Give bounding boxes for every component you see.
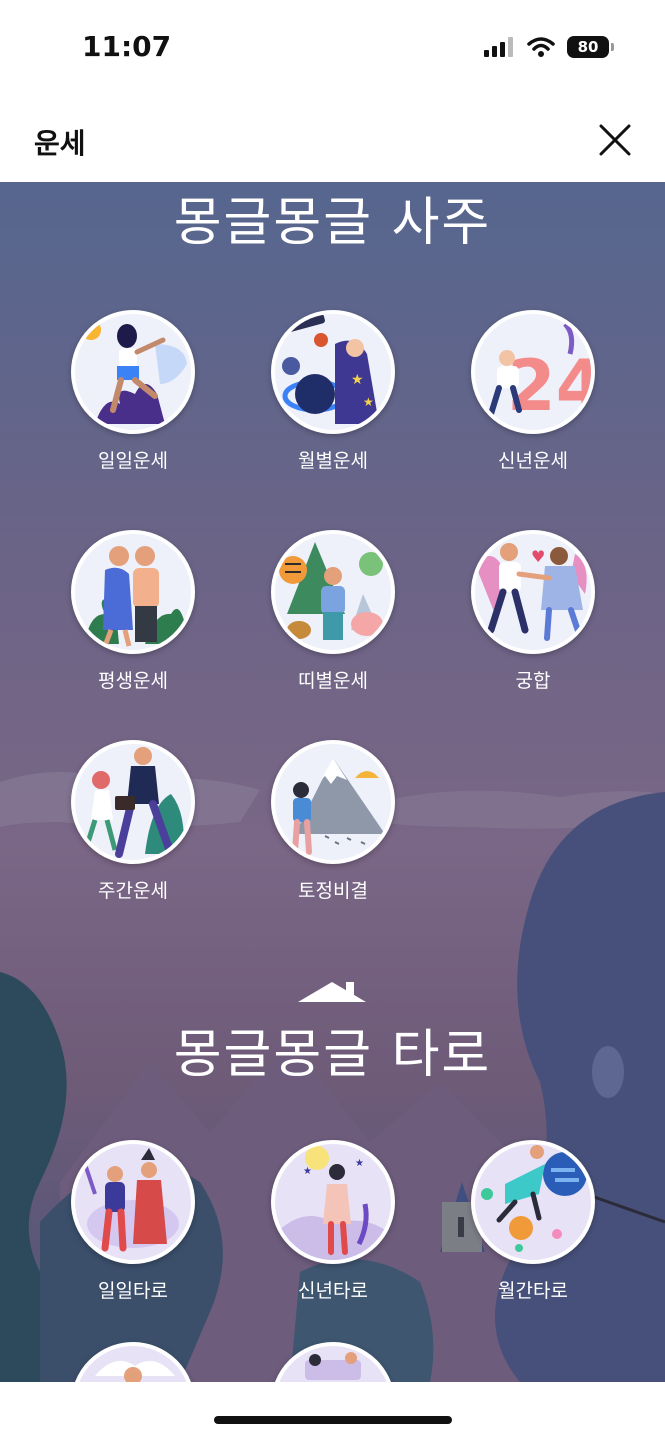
app-header: 운세	[0, 100, 665, 182]
monthly-tarot-icon	[481, 1145, 587, 1252]
svg-text:♥: ♥	[531, 547, 545, 566]
new-year-fortune-label: 신년운세	[498, 450, 568, 472]
close-icon	[599, 124, 631, 156]
angel-tarot-icon	[95, 1360, 175, 1382]
monthly-fortune-thumbnail: ★ ★	[271, 310, 395, 434]
monthly-tarot-label: 월간타로	[498, 1280, 568, 1302]
daily-fortune-label: 일일운세	[98, 450, 168, 472]
compatibility-item[interactable]: ♥ 궁합	[448, 530, 618, 693]
new-year-tarot-thumbnail: ★ ★	[271, 1140, 395, 1264]
new-year-fortune-thumbnail: 24	[471, 310, 595, 434]
lifetime-fortune-item[interactable]: 평생운세	[48, 530, 218, 693]
tarot-partial-thumbnail-1	[71, 1342, 195, 1382]
new-year-tarot-item[interactable]: ★ ★ 신년타로	[248, 1140, 418, 1303]
monthly-fortune-icon: ★ ★	[282, 314, 379, 424]
status-time: 11:07	[82, 30, 172, 63]
battery-indicator: 80	[567, 36, 614, 58]
svg-text:24: 24	[507, 345, 591, 427]
daily-tarot-icon	[83, 1148, 179, 1252]
monthly-fortune-label: 월별운세	[298, 450, 368, 472]
svg-text:★: ★	[355, 1158, 364, 1169]
bottom-bar	[0, 1382, 665, 1440]
tojeong-item[interactable]: 토정비결	[248, 740, 418, 903]
daily-tarot-thumbnail	[71, 1140, 195, 1264]
tojeong-icon	[292, 758, 385, 855]
monthly-tarot-thumbnail	[471, 1140, 595, 1264]
new-year-tarot-icon: ★ ★	[275, 1146, 391, 1260]
zodiac-fortune-item[interactable]: 띠별운세	[248, 530, 418, 693]
weekly-fortune-thumbnail	[71, 740, 195, 864]
compatibility-icon: ♥	[475, 543, 587, 641]
people-tarot-icon	[305, 1352, 361, 1380]
new-year-tarot-label: 신년타로	[298, 1280, 368, 1302]
lifetime-fortune-label: 평생운세	[98, 670, 168, 692]
weekly-fortune-label: 주간운세	[98, 880, 168, 902]
tarot-partial-thumbnail-2	[271, 1342, 395, 1382]
monthly-tarot-item[interactable]: 월간타로	[448, 1140, 618, 1303]
compatibility-thumbnail: ♥	[471, 530, 595, 654]
new-year-fortune-item[interactable]: 24 신년운세	[448, 310, 618, 473]
tarot-item-partial-2[interactable]	[248, 1342, 418, 1382]
lifetime-fortune-thumbnail	[71, 530, 195, 654]
zodiac-fortune-label: 띠별운세	[298, 670, 368, 692]
weekly-fortune-item[interactable]: 주간운세	[48, 740, 218, 903]
svg-text:★: ★	[351, 372, 364, 388]
signal-icon	[484, 37, 513, 57]
fortune-content[interactable]: 몽글몽글 사주 일일운세 ★ ★ 월별운세 2 신년운세 평생운세 띠별운세 ♥…	[0, 182, 665, 1382]
daily-tarot-item[interactable]: 일일타로	[48, 1140, 218, 1303]
daily-tarot-label: 일일타로	[98, 1280, 168, 1302]
saju-section-title: 몽글몽글 사주	[173, 193, 492, 253]
wifi-icon	[527, 37, 555, 57]
svg-text:★: ★	[303, 1166, 312, 1177]
zodiac-fortune-icon	[279, 542, 383, 640]
status-bar: 11:07 80	[0, 0, 665, 100]
tarot-section-title: 몽글몽글 타로	[173, 1025, 492, 1085]
lifetime-fortune-icon	[85, 546, 185, 647]
tojeong-label: 토정비결	[298, 880, 368, 902]
daily-fortune-thumbnail	[71, 310, 195, 434]
daily-fortune-icon	[81, 320, 187, 424]
close-button[interactable]	[595, 120, 635, 160]
daily-fortune-item[interactable]: 일일운세	[48, 310, 218, 473]
tojeong-thumbnail	[271, 740, 395, 864]
new-year-fortune-icon: 24	[488, 322, 591, 427]
tarot-item-partial-1[interactable]	[48, 1342, 218, 1382]
zodiac-fortune-thumbnail	[271, 530, 395, 654]
page-title: 운세	[34, 127, 86, 160]
home-indicator[interactable]	[214, 1416, 452, 1424]
weekly-fortune-icon	[82, 747, 184, 858]
status-icons: 80	[483, 36, 614, 58]
svg-text:★: ★	[363, 395, 374, 409]
monthly-fortune-item[interactable]: ★ ★ 월별운세	[248, 310, 418, 473]
compatibility-label: 궁합	[515, 670, 551, 692]
